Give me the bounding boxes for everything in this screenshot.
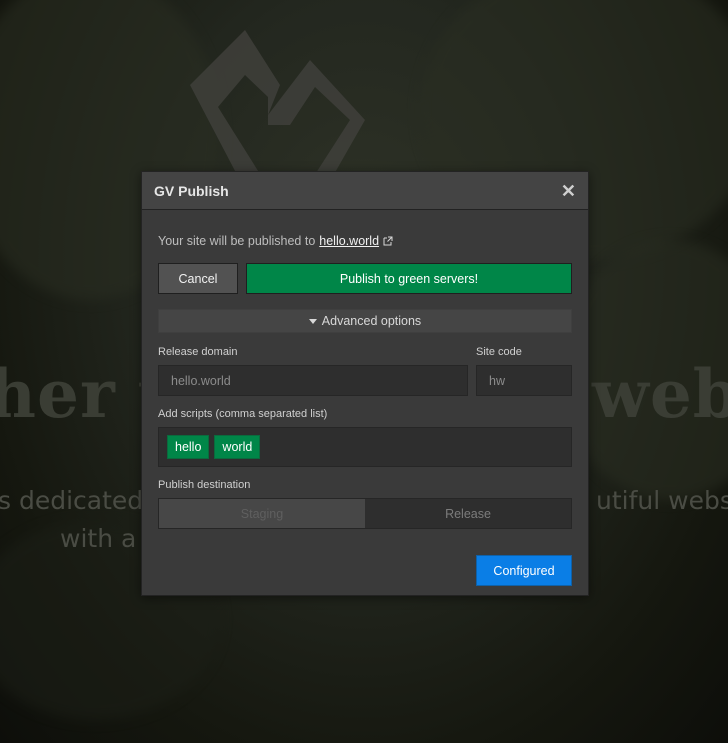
bg-subtext: s dedicated (0, 486, 144, 515)
action-row: Cancel Publish to green servers! (158, 263, 572, 294)
dialog-footer: Configured (158, 555, 572, 586)
domain-row: Release domain hello.world Site code hw (158, 346, 572, 396)
published-domain-link[interactable]: hello.world (319, 234, 379, 248)
dialog-header: GV Publish ✕ (142, 172, 588, 210)
site-code-group: Site code hw (476, 346, 572, 396)
site-code-label: Site code (476, 346, 522, 358)
advanced-options-toggle[interactable]: Advanced options (158, 309, 572, 333)
release-domain-group: Release domain hello.world (158, 346, 468, 396)
script-tag[interactable]: hello (167, 435, 210, 459)
destination-staging[interactable]: Staging (159, 499, 365, 528)
publish-dialog: GV Publish ✕ Your site will be published… (141, 171, 589, 596)
close-icon[interactable]: ✕ (561, 182, 576, 200)
scripts-group: Add scripts (comma separated list) hello… (158, 408, 572, 467)
bg-subtext: with a (60, 524, 137, 553)
release-domain-label: Release domain (158, 346, 238, 358)
scripts-input[interactable]: hello world (158, 427, 572, 467)
published-info: Your site will be published to hello.wor… (158, 234, 572, 248)
cancel-button[interactable]: Cancel (158, 263, 238, 294)
script-tag[interactable]: world (214, 435, 261, 459)
destination-segmented-control: Staging Release (158, 498, 572, 529)
destination-release[interactable]: Release (365, 499, 571, 528)
advanced-options-label: Advanced options (321, 314, 422, 328)
release-domain-input[interactable]: hello.world (158, 365, 468, 396)
dialog-body: Your site will be published to hello.wor… (142, 234, 588, 586)
bg-heading-right: web (592, 355, 728, 433)
publish-button[interactable]: Publish to green servers! (246, 263, 572, 294)
external-link-icon[interactable] (383, 236, 393, 246)
destination-label: Publish destination (158, 479, 251, 491)
bg-subtext: utiful webs (596, 486, 728, 515)
caret-down-icon (308, 318, 317, 324)
site-code-input[interactable]: hw (476, 365, 572, 396)
destination-group: Publish destination Staging Release (158, 479, 572, 529)
dialog-title: GV Publish (154, 182, 229, 199)
configured-button[interactable]: Configured (476, 555, 572, 586)
gv-logo-bg (190, 30, 365, 190)
published-prefix: Your site will be published to (158, 234, 316, 248)
scripts-label: Add scripts (comma separated list) (158, 408, 328, 420)
